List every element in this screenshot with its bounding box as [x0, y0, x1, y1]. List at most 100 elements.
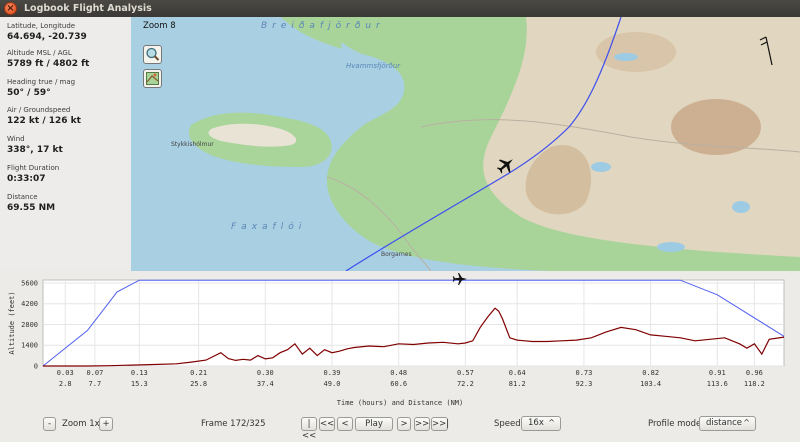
stat-value: 5789 ft / 4802 ft [7, 59, 90, 69]
distance-tick-label: 7.7 [89, 380, 102, 388]
y-tick-label: 1400 [21, 342, 38, 350]
map-lake [732, 201, 750, 213]
map-lake [591, 162, 611, 172]
profile-mode-label: Profile mode [648, 419, 702, 429]
profile-mode-value: distance [706, 418, 743, 428]
time-tick-label: 0.96 [746, 369, 763, 377]
playback-controls: - Zoom 1x + Frame 172/325 |<< << < Play … [0, 411, 800, 441]
profile-mode-select[interactable]: distance ^ [699, 416, 756, 431]
stat-duration: Flight Duration 0:33:07 [7, 163, 59, 185]
distance-tick-label: 113.6 [707, 380, 728, 388]
stat-speed: Air / Groundspeed 122 kt / 126 kt [7, 105, 81, 127]
stat-value: 122 kt / 126 kt [7, 116, 81, 126]
distance-tick-label: 60.6 [390, 380, 407, 388]
step-forward-button[interactable]: > [397, 417, 411, 431]
stat-heading: Heading true / mag 50° / 59° [7, 77, 75, 99]
distance-tick-label: 118.2 [744, 380, 765, 388]
title-bar: × Logbook Flight Analysis [0, 0, 800, 17]
altitude-profile[interactable]: 0 1400 2800 4200 5600 0.03 2.8 0.07 7.7 0.13 15.3… [0, 271, 800, 411]
map-label-bay: Breiðafjörður [261, 21, 385, 31]
first-frame-button[interactable]: |<< [301, 417, 317, 441]
x-tick-labels: 0.03 2.8 0.07 7.7 0.13 15.3 0.21 25.8 0.30 37.4 0.… [57, 369, 765, 388]
zoom-in-tool-button[interactable] [143, 45, 162, 64]
map-label-town: Stykkishólmur [171, 141, 214, 148]
stat-label: Heading true / mag [7, 78, 76, 86]
time-tick-label: 0.82 [642, 369, 659, 377]
stat-label: Wind [7, 135, 25, 143]
stat-wind: Wind 338°, 17 kt [7, 134, 63, 156]
zoom-in-icon [146, 47, 160, 61]
y-axis-label: Altitude (feet) [8, 291, 16, 354]
map-zoom-label: Zoom 8 [143, 21, 176, 31]
map-lake [657, 242, 685, 252]
stat-value: 64.694, -20.739 [7, 32, 87, 42]
stat-lat-lon: Latitude, Longitude 64.694, -20.739 [7, 21, 87, 43]
map-label-fjord: Hvammsfjörður [346, 62, 401, 70]
x-axis-label: Time (hours) and Distance (NM) [337, 399, 463, 407]
close-icon: × [6, 3, 15, 14]
chevron-up-icon: ^ [548, 418, 555, 427]
distance-tick-label: 81.2 [509, 380, 526, 388]
time-tick-label: 0.64 [509, 369, 526, 377]
forward-fast-button[interactable]: >> [414, 417, 430, 431]
distance-tick-label: 103.4 [640, 380, 661, 388]
stat-label: Latitude, Longitude [7, 22, 76, 30]
zoom-in-button[interactable]: + [99, 417, 113, 431]
stat-distance: Distance 69.55 NM [7, 192, 55, 214]
time-tick-label: 0.21 [190, 369, 207, 377]
zoom-level-label: Zoom 1x [62, 419, 100, 429]
speed-select[interactable]: 16x ^ [521, 416, 561, 431]
stat-altitude: Altitude MSL / AGL 5789 ft / 4802 ft [7, 48, 89, 70]
y-tick-label: 2800 [21, 321, 38, 329]
time-tick-label: 0.39 [324, 369, 341, 377]
time-tick-label: 0.07 [86, 369, 103, 377]
step-back-button[interactable]: < [337, 417, 353, 431]
map-view[interactable]: Breiðafjörður Hvammsfjörður Faxaflói Sty… [131, 17, 800, 271]
time-tick-label: 0.91 [709, 369, 726, 377]
speed-value: 16x [528, 418, 544, 428]
distance-tick-label: 2.8 [59, 380, 72, 388]
stat-label: Altitude MSL / AGL [7, 49, 72, 57]
stat-value: 69.55 NM [7, 203, 56, 213]
time-tick-label: 0.48 [390, 369, 407, 377]
time-tick-label: 0.30 [257, 369, 274, 377]
stat-label: Air / Groundspeed [7, 106, 71, 114]
flight-stats-panel: Latitude, Longitude 64.694, -20.739 Alti… [0, 17, 131, 270]
map-label-town: Borgarnes [381, 251, 412, 258]
map-canvas[interactable] [131, 17, 800, 271]
distance-tick-label: 49.0 [324, 380, 341, 388]
y-tick-label: 0 [34, 363, 38, 371]
plot-area [42, 279, 785, 367]
map-mountain [671, 99, 761, 155]
time-tick-label: 0.03 [57, 369, 74, 377]
time-tick-label: 0.73 [576, 369, 593, 377]
stat-label: Flight Duration [7, 164, 60, 172]
altitude-chart[interactable]: 0 1400 2800 4200 5600 0.03 2.8 0.07 7.7 0.13 15.3… [0, 271, 800, 411]
y-tick-label: 4200 [21, 300, 38, 308]
close-button[interactable]: × [4, 2, 17, 15]
zoom-out-button[interactable]: - [43, 417, 56, 431]
last-frame-button[interactable]: >>| [431, 417, 449, 431]
stat-value: 50° / 59° [7, 88, 51, 98]
distance-tick-label: 25.8 [190, 380, 207, 388]
window-title: Logbook Flight Analysis [24, 3, 152, 14]
map-label-bay: Faxaflói [231, 222, 307, 232]
distance-tick-label: 37.4 [257, 380, 274, 388]
y-tick-label: 5600 [21, 279, 38, 287]
distance-tick-label: 92.3 [576, 380, 593, 388]
map-layer-icon [146, 72, 159, 85]
play-button[interactable]: Play [355, 417, 393, 431]
map-layer-tool-button[interactable] [143, 69, 162, 88]
speed-label: Speed [494, 419, 521, 429]
map-lake [614, 53, 638, 61]
time-tick-label: 0.57 [457, 369, 474, 377]
stat-value: 0:33:07 [7, 174, 46, 184]
time-tick-label: 0.13 [131, 369, 148, 377]
y-tick-labels: 0 1400 2800 4200 5600 [21, 279, 38, 370]
chevron-up-icon: ^ [743, 418, 750, 427]
distance-tick-label: 15.3 [131, 380, 148, 388]
stat-label: Distance [7, 193, 38, 201]
frame-counter: Frame 172/325 [201, 419, 266, 429]
distance-tick-label: 72.2 [457, 380, 474, 388]
back-fast-button[interactable]: << [319, 417, 335, 431]
